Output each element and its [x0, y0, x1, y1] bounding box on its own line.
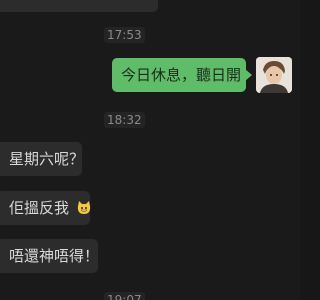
avatar[interactable]: [256, 57, 292, 93]
message-text: 星期六呢？: [9, 150, 85, 168]
chat-window[interactable]: 17:53 今日休息，聽日開 18:32 星期六呢？ 佢搵反我 唔還神唔得！ 1…: [0, 0, 300, 300]
message-text: 今日休息，聽日開: [121, 66, 242, 84]
timestamp: 18:32: [104, 112, 145, 128]
incoming-message-bubble[interactable]: 唔還神唔得！: [0, 239, 100, 273]
outgoing-message-bubble[interactable]: 今日休息，聽日開: [112, 58, 252, 92]
incoming-message-bubble-partial[interactable]: [0, 0, 158, 12]
timestamp: 19:07: [104, 292, 145, 300]
incoming-message-bubble[interactable]: 星期六呢？: [0, 142, 85, 176]
message-text: 唔還神唔得！: [9, 247, 100, 265]
avatar-image: [256, 57, 292, 93]
message-text: 佢搵反我: [9, 199, 70, 217]
incoming-message-bubble[interactable]: 佢搵反我: [0, 191, 90, 225]
timestamp: 17:53: [104, 27, 145, 43]
grinning-cat-emoji-icon: [77, 201, 90, 214]
